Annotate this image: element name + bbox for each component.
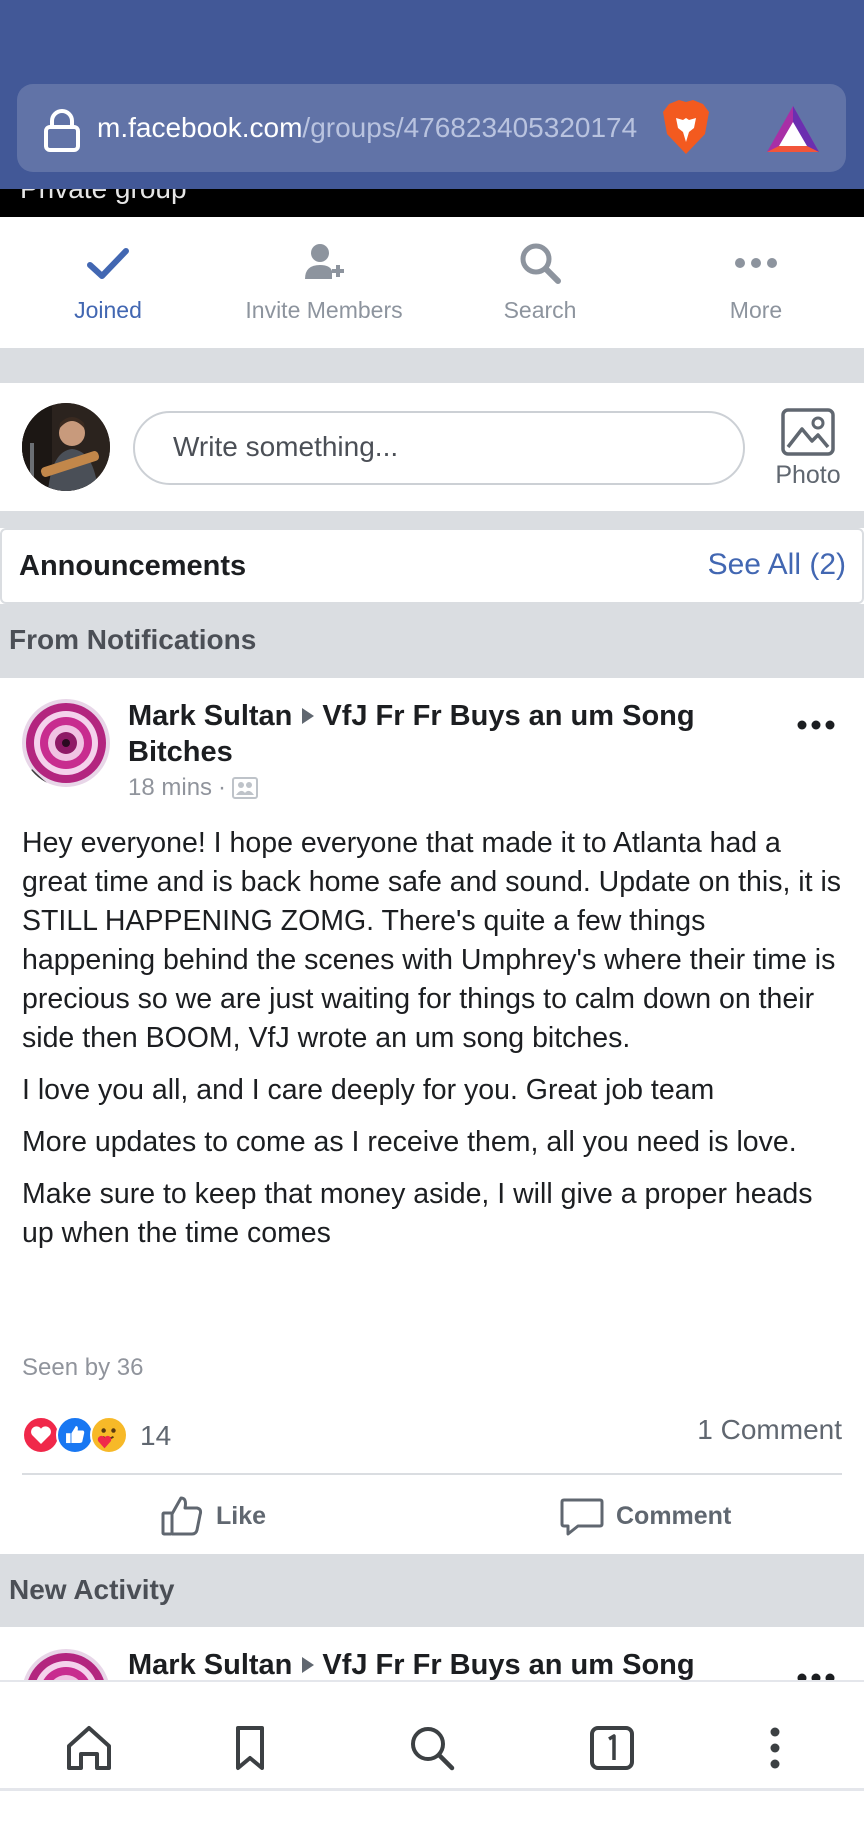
author-name[interactable]: Mark Sultan <box>128 1649 292 1680</box>
tab-more-label: More <box>729 297 783 323</box>
address-bar[interactable]: m.facebook.com/groups/476823405320174 <box>17 84 846 172</box>
section-title: From Notifications <box>9 624 257 655</box>
tab-joined-label: Joined <box>74 297 142 323</box>
photo-button[interactable]: Photo <box>770 407 846 503</box>
tab-invite-members[interactable]: Invite Members <box>216 217 432 348</box>
browser-bottom-bar <box>0 1680 864 1824</box>
navigation-gesture-line <box>0 1788 864 1791</box>
arrow-right-icon <box>302 708 315 725</box>
post-paragraph: More updates to come as I receive them, … <box>22 1126 797 1158</box>
post-header: Mark Sultan VfJ Fr Fr Buys an um Song Bit… <box>128 698 728 802</box>
post-paragraph: Make sure to keep that money aside, I wi… <box>22 1178 813 1249</box>
tab-search-label: Search <box>503 297 577 323</box>
post-paragraph: I love you all, and I care deeply for yo… <box>22 1074 715 1106</box>
comment-label: Comment <box>616 1501 732 1530</box>
like-button[interactable]: Like <box>160 1491 266 1541</box>
author-photo <box>22 699 110 787</box>
photo-label: Photo <box>775 461 841 489</box>
user-photo <box>22 403 110 491</box>
seen-by-count[interactable]: Seen by 36 <box>22 1354 143 1382</box>
avatar[interactable] <box>22 403 110 491</box>
tabs-icon[interactable] <box>584 1720 640 1776</box>
post-composer: Write something... Photo <box>0 383 864 511</box>
meta-separator: · <box>218 774 227 801</box>
see-all-link[interactable]: See All (2) <box>708 548 846 582</box>
lock-icon <box>44 109 80 152</box>
section-header-from-notifications: From Notifications <box>0 604 864 678</box>
checkmark-icon <box>87 248 129 279</box>
menu-icon[interactable] <box>747 1720 803 1776</box>
love-reaction-icon <box>22 1416 60 1454</box>
tab-invite-members-label: Invite Members <box>245 297 403 323</box>
post-paragraph: Hey everyone! I hope everyone that made … <box>22 827 842 1054</box>
group-tabs: Joined Invite Members Search More <box>0 217 864 348</box>
feed-post: Mark Sultan VfJ Fr Fr Buys an um Song Bit… <box>0 678 864 1554</box>
post-meta: 18 mins · <box>128 774 728 802</box>
url-text: m.facebook.com/groups/476823405320174 <box>97 108 637 148</box>
post-header: Mark Sultan VfJ Fr Fr Buys an um Song <box>128 1647 728 1680</box>
author-avatar[interactable] <box>22 1649 110 1680</box>
search-icon <box>520 243 561 284</box>
section-divider <box>0 511 864 528</box>
brave-rewards-icon[interactable] <box>765 104 821 154</box>
author-photo <box>22 1649 110 1680</box>
like-label: Like <box>216 1501 267 1530</box>
browser-toolbar: m.facebook.com/groups/476823405320174 <box>0 0 864 189</box>
reaction-count: 14 <box>140 1420 172 1451</box>
comment-count[interactable]: 1 Comment <box>697 1414 842 1446</box>
tab-joined[interactable]: Joined <box>0 217 216 348</box>
tab-search[interactable]: Search <box>432 217 648 348</box>
section-header-new-activity: New Activity <box>0 1554 864 1627</box>
like-reaction-icon <box>56 1416 94 1454</box>
post-body: Hey everyone! I hope everyone that made … <box>22 824 844 1266</box>
announcements-title: Announcements <box>19 550 247 582</box>
reactions-summary[interactable]: 14 <box>22 1416 171 1456</box>
group-name[interactable]: VfJ Fr Fr Buys an um Song <box>322 1649 694 1680</box>
comment-button[interactable]: Comment <box>560 1491 731 1541</box>
section-title: New Activity <box>9 1574 175 1605</box>
feed-post: Mark Sultan VfJ Fr Fr Buys an um Song <box>0 1627 864 1680</box>
reaction-icons <box>22 1416 128 1456</box>
home-icon[interactable] <box>61 1720 117 1776</box>
author-name[interactable]: Mark Sultan <box>128 700 292 732</box>
announcements-card: Announcements See All (2) <box>0 528 864 604</box>
post-time[interactable]: 18 mins <box>128 774 212 802</box>
photo-icon <box>781 408 835 456</box>
brave-shields-icon[interactable] <box>661 98 711 156</box>
group-privacy-icon <box>232 777 259 799</box>
comment-icon <box>560 1498 604 1536</box>
add-person-icon <box>305 244 344 279</box>
header-overlap-strip: Private group <box>0 189 864 217</box>
post-options-icon[interactable] <box>796 1671 836 1680</box>
post-options-icon[interactable] <box>796 718 836 732</box>
more-dots-icon <box>735 258 777 268</box>
search-icon[interactable] <box>404 1720 460 1776</box>
arrow-right-icon <box>302 1657 315 1674</box>
post-title-line: Mark Sultan VfJ Fr Fr Buys an um Song <box>128 1647 728 1680</box>
author-avatar[interactable] <box>22 699 110 787</box>
bookmark-icon[interactable] <box>222 1720 278 1776</box>
post-title-line: Mark Sultan VfJ Fr Fr Buys an um Song Bit… <box>128 698 728 770</box>
write-something-input[interactable]: Write something... <box>133 411 745 485</box>
section-divider <box>0 348 864 383</box>
tab-more[interactable]: More <box>648 217 864 348</box>
group-privacy-label: Private group <box>20 189 187 205</box>
url-path: /groups/476823405320174 <box>302 112 638 143</box>
care-reaction-icon <box>90 1416 128 1454</box>
composer-placeholder: Write something... <box>173 431 399 462</box>
thumbs-up-icon <box>161 1496 203 1536</box>
divider <box>22 1473 842 1475</box>
url-host: m.facebook.com <box>97 112 303 143</box>
